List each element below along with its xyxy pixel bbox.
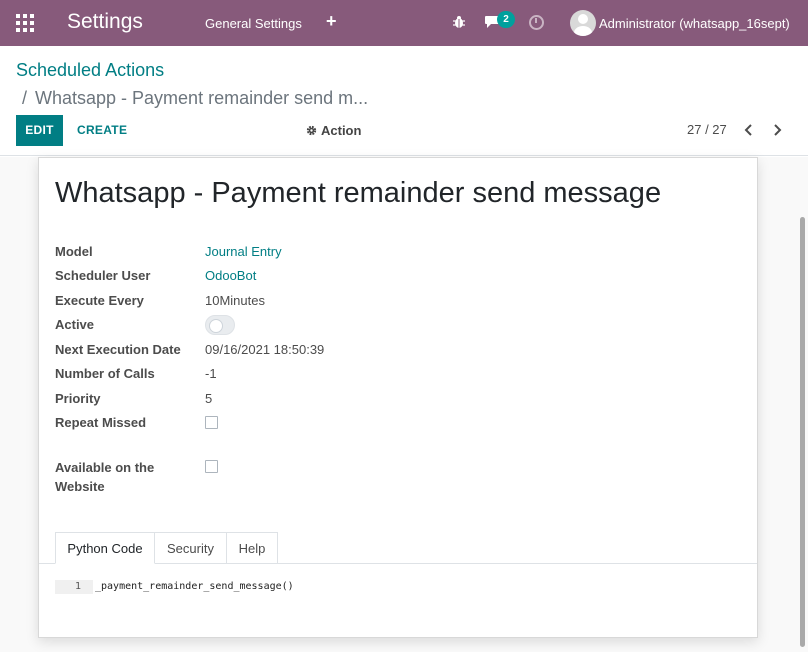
next-execution-label: Next Execution Date (55, 342, 181, 357)
gear-icon (306, 125, 317, 136)
breadcrumb-parent[interactable]: Scheduled Actions (16, 60, 164, 81)
active-label: Active (55, 317, 95, 332)
next-execution-value: 09/16/2021 18:50:39 (205, 342, 325, 357)
priority-label: Priority (55, 391, 101, 406)
priority-value: 5 (205, 391, 213, 406)
edit-button[interactable]: EDIT (16, 115, 63, 146)
repeat-missed-label: Repeat Missed (55, 415, 147, 430)
chat-counter-badge: 2 (497, 11, 515, 28)
tab-help[interactable]: Help (226, 532, 278, 564)
breadcrumb-current: Whatsapp - Payment remainder send m... (35, 88, 369, 108)
scheduler-user-label: Scheduler User (55, 268, 151, 283)
code-line-text[interactable]: _payment_remainder_send_message() (95, 580, 294, 594)
number-of-calls-label: Number of Calls (55, 366, 155, 381)
available-website-label-line2: Website (55, 479, 105, 494)
code-line-number: 1 (55, 580, 93, 594)
execute-every-value: 10Minutes (205, 293, 265, 308)
tab-python-code[interactable]: Python Code (55, 532, 155, 564)
tab-security[interactable]: Security (154, 532, 227, 564)
clock-icon[interactable] (529, 15, 544, 30)
model-value[interactable]: Journal Entry (205, 244, 282, 259)
scheduler-user-value[interactable]: OdooBot (205, 268, 256, 283)
execute-every-label: Execute Every (55, 293, 144, 308)
bug-icon[interactable] (452, 15, 466, 29)
action-dropdown[interactable]: Action (306, 123, 361, 138)
active-toggle[interactable] (205, 315, 235, 335)
available-website-label-line1: Available on the (55, 460, 155, 475)
top-navbar: Settings General Settings + 2 Administra… (0, 0, 808, 46)
user-avatar-icon[interactable] (570, 10, 596, 36)
form-content: Whatsapp - Payment remainder send messag… (0, 157, 808, 652)
chevron-right-icon[interactable] (770, 123, 784, 137)
action-label: Action (321, 123, 362, 138)
apps-grid-icon[interactable] (16, 14, 34, 32)
chevron-left-icon[interactable] (742, 123, 756, 137)
repeat-missed-checkbox[interactable] (205, 416, 218, 429)
breadcrumb-separator: / (22, 88, 28, 108)
app-title[interactable]: Settings (67, 10, 143, 34)
available-website-checkbox[interactable] (205, 460, 218, 473)
plus-icon[interactable]: + (326, 11, 337, 32)
control-panel: Scheduled Actions / Whatsapp - Payment r… (0, 46, 808, 156)
number-of-calls-value: -1 (205, 366, 217, 381)
code-editor[interactable]: 1 _payment_remainder_send_message() (55, 580, 735, 596)
record-title: Whatsapp - Payment remainder send messag… (55, 177, 662, 209)
content-scrollbar[interactable] (800, 217, 805, 647)
pager-value[interactable]: 27 / 27 (687, 122, 727, 137)
create-button[interactable]: CREATE (77, 123, 127, 137)
menu-general-settings[interactable]: General Settings (205, 16, 302, 31)
user-menu[interactable]: Administrator (whatsapp_16sept) (599, 16, 790, 31)
model-label: Model (55, 244, 93, 259)
form-sheet: Whatsapp - Payment remainder send messag… (38, 157, 758, 638)
available-website-label: Available on the Website (55, 460, 154, 494)
